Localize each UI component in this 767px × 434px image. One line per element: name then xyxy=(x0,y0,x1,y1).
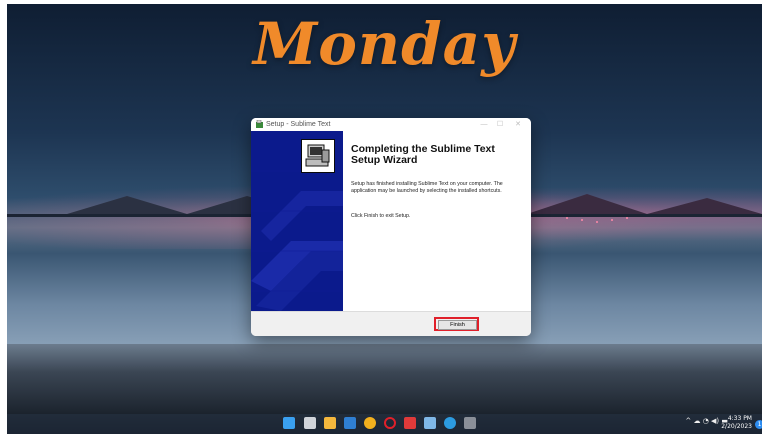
wizard-heading: Completing the Sublime Text Setup Wizard xyxy=(351,143,495,166)
screen: Monday Setup - Sublime Text — ☐ ✕ Comple… xyxy=(0,0,767,434)
wizard-side-image xyxy=(251,131,343,311)
setup-app-icon xyxy=(256,120,263,128)
clock-date: 2/20/2023 xyxy=(721,423,752,430)
wallpaper-ground xyxy=(7,344,762,414)
maximize-button[interactable]: ☐ xyxy=(493,119,507,130)
mail-icon[interactable] xyxy=(344,417,356,429)
start-button[interactable] xyxy=(283,417,295,429)
finish-button[interactable]: Finish xyxy=(438,320,477,330)
setup-dialog: Setup - Sublime Text — ☐ ✕ Completing th… xyxy=(251,118,531,336)
notification-badge[interactable]: 1 xyxy=(755,420,762,429)
wps-office-icon[interactable] xyxy=(404,417,416,429)
wizard-content: Completing the Sublime Text Setup Wizard… xyxy=(343,131,531,311)
dialog-footer: Finish xyxy=(251,311,531,336)
opera-icon[interactable] xyxy=(384,417,396,429)
dialog-titlebar: Setup - Sublime Text — ☐ ✕ xyxy=(251,118,531,131)
minimize-button[interactable]: — xyxy=(477,119,491,130)
clock-time: 4:33 PM xyxy=(727,415,752,422)
dialog-title: Setup - Sublime Text xyxy=(266,121,331,128)
wizard-exit-text: Click Finish to exit Setup. xyxy=(351,213,411,219)
notepad-icon[interactable] xyxy=(424,417,436,429)
task-view-icon[interactable] xyxy=(304,417,316,429)
close-button[interactable]: ✕ xyxy=(511,119,525,130)
finish-highlight: Finish xyxy=(434,317,479,331)
wallpaper-title: Monday xyxy=(253,10,516,78)
chrome-icon[interactable] xyxy=(364,417,376,429)
wizard-body-text: Setup has finished installing Sublime Te… xyxy=(351,181,503,194)
app-installer-icon[interactable] xyxy=(464,417,476,429)
desktop-wallpaper: Monday Setup - Sublime Text — ☐ ✕ Comple… xyxy=(7,4,762,434)
telegram-icon[interactable] xyxy=(444,417,456,429)
clock[interactable]: 4:33 PM 2/20/2023 xyxy=(712,415,752,431)
file-explorer-icon[interactable] xyxy=(324,417,336,429)
computer-icon xyxy=(301,139,335,173)
taskbar: ^ ☁ ◔ ◀) ▬ 4:33 PM 2/20/2023 1 xyxy=(7,414,762,434)
